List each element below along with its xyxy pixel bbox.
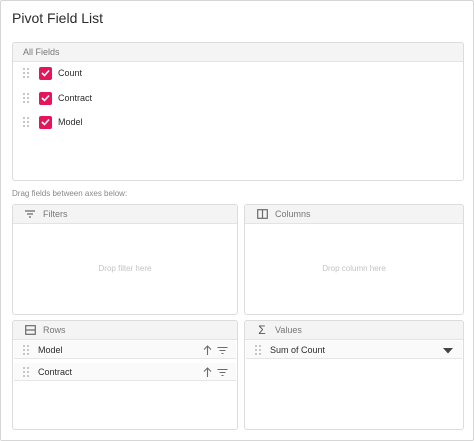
values-pill-label: Sum of Count — [270, 344, 326, 355]
caret-down-icon[interactable] — [443, 346, 453, 356]
drag-hint-text: Drag fields between axes below: — [12, 189, 128, 198]
sort-ascending-icon[interactable] — [201, 343, 213, 357]
filter-lines-icon[interactable] — [216, 365, 228, 379]
rows-pill-label: Model — [38, 344, 63, 355]
all-fields-panel: All Fields Count Contract Model — [12, 42, 464, 181]
drag-grip-icon[interactable] — [254, 344, 262, 356]
rows-header: Rows — [13, 321, 237, 340]
columns-header: Columns — [245, 205, 463, 224]
drag-grip-icon[interactable] — [22, 116, 30, 128]
field-label-count: Count — [58, 68, 83, 78]
rows-axis-panel[interactable]: Rows Model Contract — [12, 320, 238, 430]
values-axis-panel[interactable]: Σ Values Sum of Count — [244, 320, 464, 430]
field-checkbox-contract[interactable] — [39, 91, 52, 105]
drag-grip-icon[interactable] — [22, 344, 30, 356]
field-label-contract: Contract — [58, 93, 93, 103]
sort-ascending-icon[interactable] — [201, 365, 213, 379]
all-fields-header: All Fields — [13, 43, 463, 62]
field-item-count[interactable]: Count — [22, 64, 82, 82]
columns-icon — [255, 207, 269, 221]
all-fields-header-label: All Fields — [23, 47, 60, 57]
rows-pill-model[interactable]: Model — [14, 341, 236, 359]
rows-pill-label: Contract — [38, 366, 73, 377]
checkbox-checked-icon — [41, 69, 50, 77]
field-item-contract[interactable]: Contract — [22, 89, 92, 107]
field-checkbox-count[interactable] — [39, 66, 52, 80]
columns-drop-placeholder: Drop column here — [322, 264, 386, 273]
values-pill-sum-of-count[interactable]: Sum of Count — [246, 341, 462, 359]
field-checkbox-model[interactable] — [39, 115, 52, 129]
field-item-model[interactable]: Model — [22, 113, 83, 131]
columns-header-label: Columns — [275, 209, 311, 219]
filters-header-label: Filters — [43, 209, 68, 219]
columns-axis-panel[interactable]: Columns Drop column here — [244, 204, 464, 315]
filters-axis-panel[interactable]: Filters Drop filter here — [12, 204, 238, 315]
field-label-model: Model — [58, 117, 83, 127]
filter-icon — [23, 207, 37, 221]
filters-drop-placeholder: Drop filter here — [98, 264, 152, 273]
values-header: Σ Values — [245, 321, 463, 340]
rows-icon — [23, 323, 37, 337]
checkbox-checked-icon — [41, 94, 50, 102]
drag-grip-icon[interactable] — [22, 92, 30, 104]
rows-pill-contract[interactable]: Contract — [14, 363, 236, 381]
values-header-label: Values — [275, 325, 302, 335]
filter-lines-icon[interactable] — [216, 343, 228, 357]
rows-header-label: Rows — [43, 325, 66, 335]
pivot-field-list-dialog: Pivot Field List All Fields Count Contra… — [0, 0, 474, 441]
dialog-title: Pivot Field List — [12, 10, 104, 26]
drag-grip-icon[interactable] — [22, 366, 30, 378]
drag-grip-icon[interactable] — [22, 67, 30, 79]
checkbox-checked-icon — [41, 118, 50, 126]
sigma-icon: Σ — [258, 323, 266, 337]
filters-header: Filters — [13, 205, 237, 224]
